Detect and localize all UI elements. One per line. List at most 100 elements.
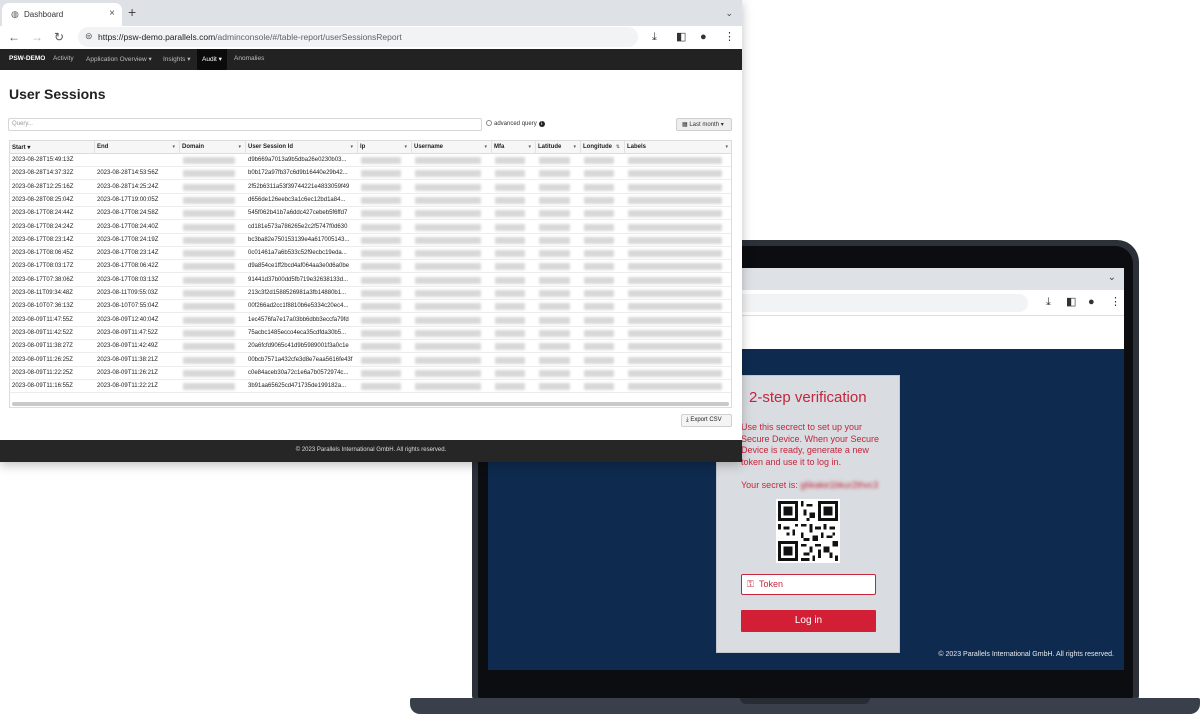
profile-icon[interactable]: ● (1088, 295, 1095, 309)
column-menu-icon[interactable]: ⇅ (616, 144, 620, 150)
redacted-cell-labels (628, 223, 722, 231)
kebab-menu-icon[interactable]: ⋮ (1110, 295, 1121, 309)
table-row[interactable]: 2023-08-10T07:36:13Z 2023-08-10T07:55:04Z… (10, 300, 731, 314)
secret-line: Your secret is: g6kake1bkur2thvc3 (741, 480, 878, 490)
profile-icon[interactable]: ● (700, 31, 707, 43)
column-header-domain[interactable]: Domain ▾ (180, 141, 246, 154)
redacted-cell-latitude (539, 223, 570, 231)
download-icon[interactable]: ⤓ (1046, 295, 1051, 309)
nav-audit[interactable]: Audit ▾ (202, 55, 222, 63)
column-menu-icon[interactable]: ▾ (573, 144, 576, 150)
query-input[interactable]: Query... (8, 118, 482, 131)
info-icon[interactable]: i (538, 121, 545, 127)
close-icon[interactable]: × (109, 8, 115, 19)
redacted-cell-domain (183, 369, 235, 377)
nav-brand[interactable]: PSW-DEMO (9, 55, 45, 62)
redacted-cell-domain (183, 303, 235, 311)
table-row[interactable]: 2023-08-28T15:49:13Z d9b669a7013a9b5dba26… (10, 154, 731, 167)
redacted-cell-labels (628, 316, 722, 324)
redacted-cell-labels (628, 196, 722, 204)
table-row[interactable]: 2023-08-17T08:24:24Z 2023-08-17T08:24:40Z… (10, 221, 731, 234)
column-header-label: Latitude (538, 144, 562, 150)
token-input[interactable]: ⚿ Token (741, 574, 876, 595)
table-row[interactable]: 2023-08-17T08:24:44Z 2023-08-17T08:24:58Z… (10, 207, 731, 221)
column-menu-icon[interactable]: ▾ (238, 144, 241, 150)
table-row[interactable]: 2023-08-28T08:25:04Z 2023-08-17T19:00:05Z… (10, 194, 731, 207)
column-header-mfa[interactable]: Mfa ▾ (492, 141, 536, 154)
nav-activity[interactable]: Activity (53, 55, 74, 62)
calendar-icon: ▦ (682, 122, 688, 128)
table-row[interactable]: 2023-08-17T08:23:14Z 2023-08-17T08:24:19Z… (10, 234, 731, 247)
sidebar-icon[interactable]: ◧ (1066, 295, 1076, 309)
column-header-longitude[interactable]: Longitude ⇅ (581, 141, 625, 154)
redacted-cell-labels (628, 383, 722, 391)
nav-insights[interactable]: Insights ▾ (163, 55, 190, 63)
table-row[interactable]: 2023-08-09T11:22:25Z 2023-08-09T11:26:21Z… (10, 367, 731, 380)
table-row[interactable]: 2023-08-28T14:37:32Z 2023-08-28T14:53:56Z… (10, 167, 731, 181)
table-row[interactable]: 2023-08-09T11:42:52Z 2023-08-09T11:47:52Z… (10, 327, 731, 340)
column-menu-icon[interactable]: ▾ (350, 144, 353, 150)
table-row[interactable]: 2023-08-09T11:47:55Z 2023-08-09T12:40:04Z… (10, 314, 731, 327)
table-row[interactable]: 2023-08-17T08:06:45Z 2023-08-17T08:23:14Z… (10, 247, 731, 261)
advanced-query-radio[interactable] (486, 120, 492, 126)
cell-start: 2023-08-17T08:24:24Z (12, 223, 74, 230)
chevron-down-icon[interactable]: ⌄ (725, 8, 733, 19)
plus-icon[interactable]: + (128, 4, 136, 20)
redacted-cell-latitude (539, 210, 570, 218)
forward-arrow-icon[interactable]: → (31, 30, 43, 44)
download-icon[interactable]: ⤓ (652, 31, 657, 43)
chevron-down-icon[interactable]: ⌄ (1108, 272, 1116, 283)
address-bar[interactable]: ⊜ https://psw-demo.parallels.com/adminco… (78, 27, 638, 47)
column-header-start[interactable]: Start ▾ (10, 141, 95, 154)
redacted-cell-ip (361, 183, 401, 191)
export-csv-label: Export CSV (690, 417, 722, 423)
column-header-label: Longitude (583, 144, 612, 150)
nav-anomalies[interactable]: Anomalies (234, 55, 264, 62)
redacted-cell-latitude (539, 157, 570, 164)
cell-start: 2023-08-09T11:42:52Z (12, 329, 73, 336)
table-row[interactable]: 2023-08-09T11:38:27Z 2023-08-09T11:42:49Z… (10, 340, 731, 354)
column-header-end[interactable]: End ▾ (95, 141, 180, 154)
column-header-ip[interactable]: Ip ▾ (358, 141, 412, 154)
column-menu-icon[interactable]: ▾ (725, 144, 728, 150)
sidebar-icon[interactable]: ◧ (676, 31, 686, 43)
date-range-dropdown[interactable]: ▦ Last month ▾ (676, 118, 732, 131)
redacted-cell-domain (183, 383, 235, 391)
back-arrow-icon[interactable]: ← (8, 30, 20, 44)
tab-dashboard[interactable]: ◍ Dashboard × (2, 3, 122, 26)
reload-icon[interactable]: ↻ (54, 30, 64, 44)
table-row[interactable]: 2023-08-28T12:25:16Z 2023-08-28T14:25:24Z… (10, 181, 731, 194)
redacted-cell-mfa (495, 210, 525, 218)
redacted-cell-username (415, 383, 481, 391)
horizontal-scrollbar[interactable] (12, 402, 729, 406)
redacted-cell-domain (183, 329, 235, 337)
nav-application-overview[interactable]: Application Overview ▾ (86, 55, 152, 63)
login-button[interactable]: Log in (741, 610, 876, 632)
table-row[interactable]: 2023-08-09T11:26:25Z 2023-08-09T11:38:21Z… (10, 354, 731, 367)
table-row[interactable]: 2023-08-11T09:34:48Z 2023-08-11T09:55:03Z… (10, 287, 731, 300)
export-csv-button[interactable]: ⤓ Export CSV (681, 414, 732, 427)
redacted-cell-labels (628, 263, 722, 271)
redacted-cell-mfa (495, 343, 525, 351)
column-header-latitude[interactable]: Latitude ▾ (536, 141, 581, 154)
advanced-query-label: advanced query (494, 121, 537, 127)
column-header-labels[interactable]: Labels ▾ (625, 141, 731, 154)
column-menu-icon[interactable]: ▾ (404, 144, 407, 150)
laptop-address-bar[interactable] (736, 294, 1028, 312)
column-header-username[interactable]: Username ▾ (412, 141, 492, 154)
cell-end: 2023-08-17T08:24:58Z (97, 210, 159, 217)
kebab-menu-icon[interactable]: ⋮ (724, 31, 735, 43)
table-row[interactable]: 2023-08-17T08:03:17Z 2023-08-17T08:06:42Z… (10, 260, 731, 274)
cell-user-session-id: c0e84aceb30a72c1e6a7b0572974c... (248, 369, 349, 376)
column-menu-icon[interactable]: ▾ (172, 144, 175, 150)
redacted-cell-username (415, 170, 481, 178)
table-row[interactable]: 2023-08-17T07:38:06Z 2023-08-17T08:03:13Z… (10, 274, 731, 287)
column-menu-icon[interactable]: ▾ (484, 144, 487, 150)
column-header-label: Labels (627, 144, 647, 150)
column-header-user-session-id[interactable]: User Session Id ▾ (246, 141, 358, 154)
table-row[interactable]: 2023-08-09T11:16:55Z 2023-08-09T11:22:21Z… (10, 380, 731, 394)
redacted-cell-username (415, 303, 481, 311)
column-menu-icon[interactable]: ▾ (528, 144, 531, 150)
advanced-query-toggle[interactable]: advanced query i (486, 120, 545, 127)
redacted-cell-mfa (495, 170, 525, 178)
